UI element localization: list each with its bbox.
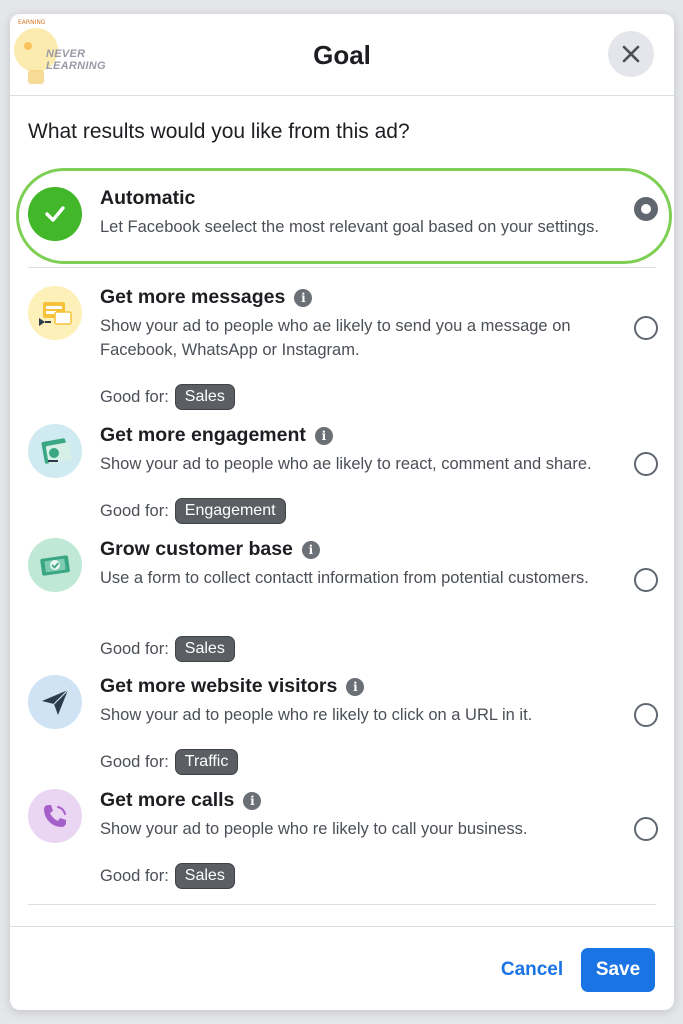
footer-divider — [10, 926, 674, 927]
info-icon[interactable]: i — [243, 791, 262, 810]
dialog-header: Goal — [10, 14, 674, 96]
radio-get-more-calls[interactable] — [634, 817, 658, 841]
option-description: Show your ad to people who ae likely to … — [100, 317, 571, 359]
radio-automatic[interactable] — [634, 197, 658, 221]
radio-get-more-engagement[interactable] — [634, 452, 658, 476]
radio-grow-customer-base[interactable] — [634, 568, 658, 592]
question-text: What results would you like from this ad… — [28, 120, 410, 143]
option-title: Get more messages i — [100, 286, 313, 309]
option-title: Get more engagement i — [100, 424, 333, 447]
option-get-more-messages[interactable]: Get more messages i Show your ad to peopl… — [28, 286, 658, 410]
messages-icon — [28, 286, 82, 340]
dialog-title: Goal — [313, 40, 371, 70]
goal-dialog: EARNING NEVER LEARNING Goal What results… — [10, 14, 674, 1010]
tag-badge: Sales — [174, 863, 235, 889]
option-get-more-calls[interactable]: Get more calls i Show your ad to people w… — [28, 789, 658, 889]
option-title: Grow customer base i — [100, 538, 320, 561]
divider — [28, 267, 656, 268]
good-for-row: Good for: Sales — [100, 384, 235, 410]
info-icon[interactable]: i — [346, 677, 365, 696]
option-automatic[interactable]: Automatic Let Facebook seelect the most … — [28, 187, 658, 243]
tag-badge: Sales — [174, 384, 235, 410]
radio-get-more-website-visitors[interactable] — [634, 703, 658, 727]
good-for-row: Good for: Traffic — [100, 749, 239, 775]
customer-base-icon — [28, 538, 82, 592]
option-grow-customer-base[interactable]: Grow customer base i Use a form to collec… — [28, 538, 658, 662]
good-for-row: Good for: Sales — [100, 863, 235, 889]
save-button[interactable]: Save — [581, 948, 655, 992]
option-description: Show your ad to people who re likely to … — [100, 706, 533, 724]
option-title: Automatic — [100, 187, 196, 209]
option-title: Get more website visitors i — [100, 675, 365, 698]
close-icon — [622, 45, 640, 63]
info-icon[interactable]: i — [301, 540, 320, 559]
close-button[interactable] — [608, 31, 654, 77]
phone-icon — [28, 789, 82, 843]
info-icon[interactable]: i — [294, 288, 313, 307]
option-get-more-engagement[interactable]: Get more engagement i Show your ad to peo… — [28, 424, 658, 524]
info-icon[interactable]: i — [314, 426, 333, 445]
green-check-icon — [28, 187, 82, 241]
option-description: Show your ad to people who ae likely to … — [100, 455, 592, 473]
divider — [28, 904, 656, 905]
tag-badge: Traffic — [174, 749, 239, 775]
tag-badge: Engagement — [174, 498, 286, 524]
good-for-row: Good for: Sales — [100, 636, 235, 662]
cancel-button[interactable]: Cancel — [492, 948, 572, 992]
radio-get-more-messages[interactable] — [634, 316, 658, 340]
option-description: Use a form to collect contactt informati… — [100, 569, 589, 587]
paper-plane-icon — [28, 675, 82, 729]
tag-badge: Sales — [174, 636, 235, 662]
option-title: Get more calls i — [100, 789, 262, 812]
option-get-more-website-visitors[interactable]: Get more website visitors i Show your ad … — [28, 675, 658, 775]
option-description: Show your ad to people who re likely to … — [100, 820, 528, 838]
engagement-icon — [28, 424, 82, 478]
good-for-row: Good for: Engagement — [100, 498, 286, 524]
option-description: Let Facebook seelect the most relevant g… — [100, 218, 599, 236]
